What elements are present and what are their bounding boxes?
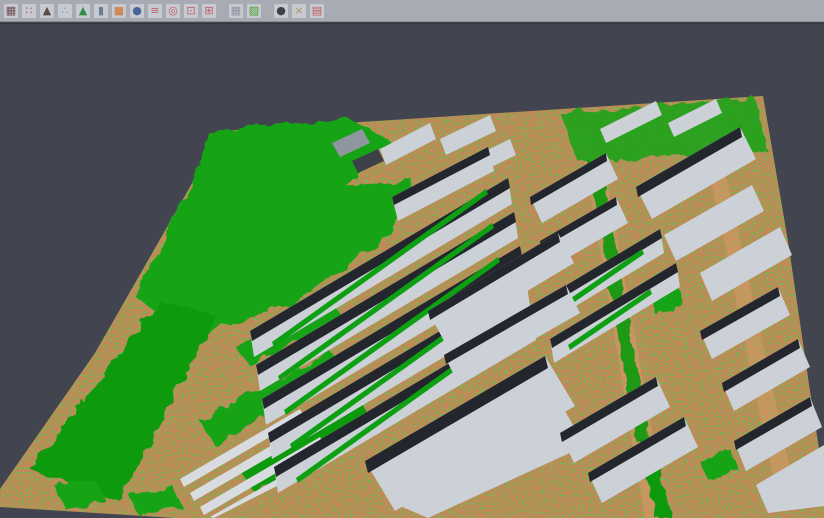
dark-terrain-icon[interactable]: ▲: [39, 3, 55, 19]
measure-bars-icon[interactable]: ▤: [309, 3, 325, 19]
dark-sphere-icon[interactable]: ●: [273, 3, 289, 19]
sparse-points-icon[interactable]: ∴: [57, 3, 73, 19]
toolbar: ▦∷▲∴▲▮■●≡◎⊡⊞▦▨●×▤: [0, 0, 824, 22]
checker-grid-icon[interactable]: ▦: [228, 3, 244, 19]
profile-bar-icon[interactable]: ▮: [93, 3, 109, 19]
toolbar-separator: [263, 3, 272, 19]
layers-list-icon[interactable]: ≡: [147, 3, 163, 19]
classification-colors-icon[interactable]: ▨: [246, 3, 262, 19]
point-cloud-scene: [0, 96, 824, 518]
clip-cross-icon[interactable]: ×: [291, 3, 307, 19]
histogram-icon[interactable]: ▦: [3, 3, 19, 19]
fit-extent-icon[interactable]: ⊡: [183, 3, 199, 19]
target-circle-icon[interactable]: ◎: [165, 3, 181, 19]
toolbar-separator: [218, 3, 227, 19]
scene-svg[interactable]: [0, 24, 824, 518]
green-terrain-icon[interactable]: ▲: [75, 3, 91, 19]
selection-frame-icon[interactable]: ⊞: [201, 3, 217, 19]
globe-icon[interactable]: ●: [129, 3, 145, 19]
viewport: [0, 23, 824, 518]
scatter-points-icon[interactable]: ∷: [21, 3, 37, 19]
ortho-tile-icon[interactable]: ■: [111, 3, 127, 19]
